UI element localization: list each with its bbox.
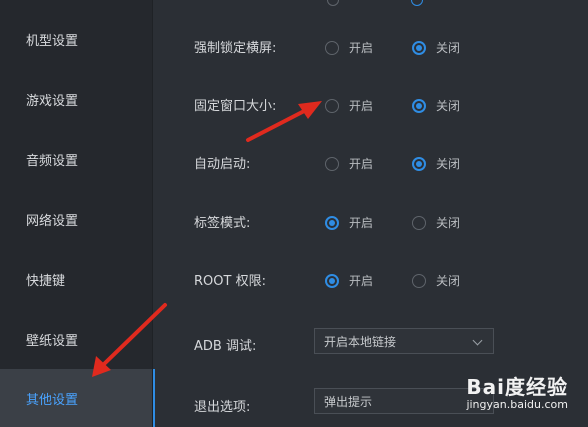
setting-label: ADB 调试: (194, 339, 257, 354)
autostart-on-radio[interactable]: 开启 (325, 155, 373, 172)
sidebar-item-wallpaper[interactable]: 壁纸设置 (0, 310, 152, 368)
sidebar-item-audio[interactable]: 音频设置 (0, 130, 152, 188)
watermark-url: jingyan.baidu.com (466, 398, 568, 411)
sidebar-item-label: 音频设置 (26, 153, 79, 169)
sidebar-item-game[interactable]: 游戏设置 (0, 70, 152, 128)
watermark-brand: Bai度经验 (466, 375, 568, 399)
sidebar-item-network[interactable]: 网络设置 (0, 190, 152, 248)
tab-mode-on-radio[interactable]: 开启 (325, 214, 373, 231)
sidebar-item-device[interactable]: 机型设置 (0, 10, 152, 68)
adb-select-value: 开启本地链接 (324, 334, 397, 349)
partial-radio (327, 0, 339, 6)
settings-panel: 强制锁定横屏: 开启 关闭 固定窗口大小: 开启 关闭 自动启动: 开启 关闭 … (153, 0, 588, 427)
sidebar-item-other[interactable]: 其他设置 (0, 369, 155, 427)
setting-label: 标签模式: (194, 216, 251, 231)
chevron-down-icon (472, 335, 483, 346)
sidebar-item-label: 游戏设置 (26, 93, 79, 109)
setting-label: 自动启动: (194, 157, 251, 172)
sidebar-item-label: 机型设置 (26, 33, 79, 49)
sidebar-item-label: 快捷键 (26, 273, 66, 289)
setting-label: 强制锁定横屏: (194, 41, 277, 56)
fixed-window-on-radio[interactable]: 开启 (325, 97, 373, 114)
setting-label: 退出选项: (194, 400, 251, 415)
autostart-off-radio[interactable]: 关闭 (412, 155, 460, 172)
tab-mode-off-radio[interactable]: 关闭 (412, 214, 460, 231)
watermark: Bai度经验 jingyan.baidu.com (466, 371, 568, 411)
setting-label: 固定窗口大小: (194, 99, 277, 114)
fixed-window-off-radio[interactable]: 关闭 (412, 97, 460, 114)
adb-select[interactable]: 开启本地链接 (314, 328, 494, 354)
sidebar: 机型设置 游戏设置 音频设置 网络设置 快捷键 壁纸设置 其他设置 (0, 0, 155, 427)
root-off-radio[interactable]: 关闭 (412, 272, 460, 289)
setting-label: ROOT 权限: (194, 274, 266, 289)
exit-select-value: 弹出提示 (324, 394, 373, 409)
sidebar-item-label: 壁纸设置 (26, 333, 79, 349)
force-landscape-on-radio[interactable]: 开启 (325, 39, 373, 56)
root-on-radio[interactable]: 开启 (325, 272, 373, 289)
sidebar-item-label: 网络设置 (26, 213, 79, 229)
partial-radio (411, 0, 423, 6)
sidebar-item-label: 其他设置 (26, 392, 79, 408)
force-landscape-off-radio[interactable]: 关闭 (412, 39, 460, 56)
sidebar-item-shortcuts[interactable]: 快捷键 (0, 250, 152, 308)
